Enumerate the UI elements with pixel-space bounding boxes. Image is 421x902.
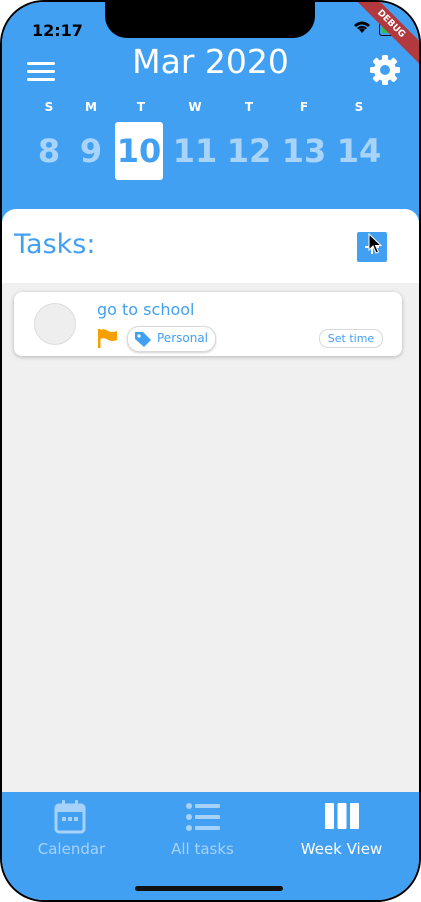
wifi-icon [354, 21, 370, 33]
weekday-sat: S [354, 100, 364, 114]
device-frame: 12:17 DEBUG Mar 2020 S M T W T F S 8 9 1… [0, 0, 421, 902]
nav-label-week-view: Week View [300, 840, 383, 858]
day-12[interactable]: 12 [224, 122, 274, 180]
bottom-navigation: Calendar All tasks Week View [2, 792, 419, 900]
weekday-tue: T [136, 100, 146, 114]
tasks-heading: Tasks: [14, 229, 96, 260]
calendar-icon [54, 800, 86, 834]
weekday-wed: W [188, 100, 202, 114]
nav-week-view[interactable]: Week View [272, 792, 411, 872]
task-complete-checkbox[interactable] [34, 303, 76, 345]
task-title: go to school [97, 300, 195, 319]
app-screen: 12:17 DEBUG Mar 2020 S M T W T F S 8 9 1… [2, 2, 419, 900]
day-9[interactable]: 9 [66, 122, 116, 180]
day-13[interactable]: 13 [279, 122, 329, 180]
mouse-cursor-icon [368, 233, 382, 254]
tag-label: Personal [157, 331, 209, 345]
tag-chip[interactable]: Personal [127, 326, 216, 352]
tag-icon [135, 332, 151, 347]
day-10-selected[interactable]: 10 [115, 122, 163, 180]
weekday-fri: F [299, 100, 309, 114]
flag-icon[interactable] [97, 328, 119, 348]
nav-calendar[interactable]: Calendar [2, 792, 141, 872]
month-title: Mar 2020 [132, 42, 289, 81]
task-card[interactable]: go to school Personal Set time [14, 292, 402, 356]
nav-label-all-tasks: All tasks [171, 840, 234, 858]
weekday-mon: M [85, 100, 97, 114]
home-indicator[interactable] [135, 886, 283, 891]
status-time: 12:17 [32, 21, 83, 40]
day-14[interactable]: 14 [334, 122, 384, 180]
tasks-header: Tasks: [2, 209, 419, 283]
nav-label-calendar: Calendar [37, 840, 106, 858]
device-notch [105, 2, 315, 38]
weekday-thu: T [244, 100, 254, 114]
day-11[interactable]: 11 [170, 122, 220, 180]
nav-all-tasks[interactable]: All tasks [133, 792, 272, 872]
set-time-button[interactable]: Set time [319, 329, 383, 348]
gear-icon[interactable] [369, 54, 401, 86]
list-icon [186, 803, 220, 831]
week-view-icon [325, 803, 359, 829]
